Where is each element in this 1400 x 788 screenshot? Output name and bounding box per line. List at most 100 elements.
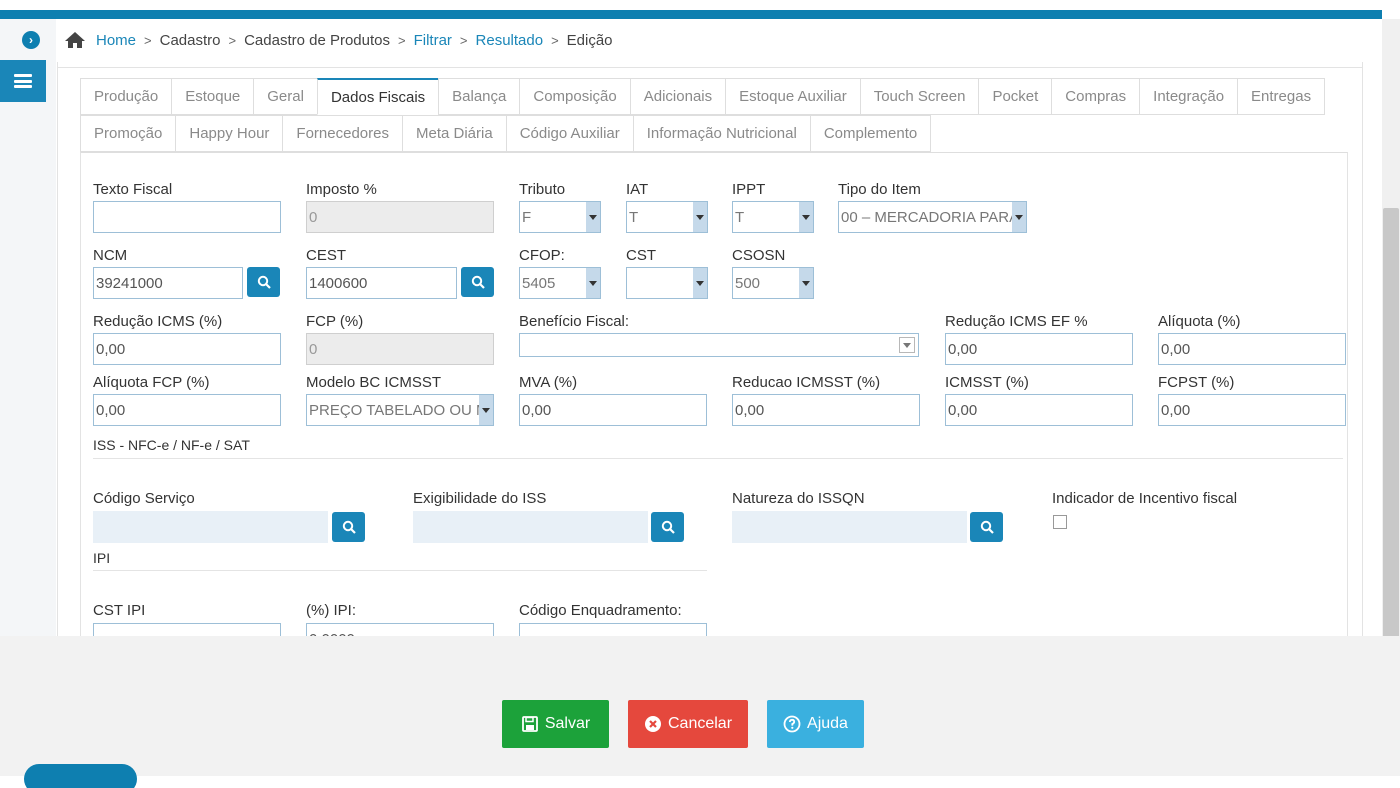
reducao-icms-input[interactable]: 0,00 bbox=[93, 333, 281, 365]
home-icon[interactable] bbox=[64, 31, 86, 49]
tab-informacao-nutricional[interactable]: Informação Nutricional bbox=[632, 115, 810, 152]
beneficio-fiscal-select[interactable] bbox=[519, 333, 919, 357]
save-icon bbox=[521, 716, 538, 732]
chevron-down-icon bbox=[586, 268, 600, 298]
tabs-row-2: Promoção Happy Hour Fornecedores Meta Di… bbox=[80, 115, 932, 152]
cest-label: CEST bbox=[306, 247, 347, 264]
top-whitespace bbox=[0, 0, 1400, 10]
chevron-down-icon bbox=[586, 202, 600, 232]
breadcrumb-separator: > bbox=[144, 32, 152, 48]
aliquota-input[interactable]: 0,00 bbox=[1158, 333, 1346, 365]
breadcrumb-separator: > bbox=[551, 32, 559, 48]
beneficio-fiscal-label: Benefício Fiscal: bbox=[519, 313, 630, 330]
dados-fiscais-panel: Texto Fiscal Imposto % 0 Tributo F IAT T… bbox=[80, 152, 1348, 655]
sidebar-expand-icon[interactable]: › bbox=[22, 31, 40, 49]
codigo-servico-label: Código Serviço bbox=[93, 490, 195, 507]
ipi-section-title: IPI bbox=[93, 550, 111, 566]
reducao-icms-ef-input[interactable]: 0,00 bbox=[945, 333, 1133, 365]
tributo-label: Tributo bbox=[519, 181, 566, 198]
breadcrumb-separator: > bbox=[459, 32, 468, 48]
reducao-icms-ef-label: Redução ICMS EF % bbox=[945, 313, 1088, 330]
tab-geral[interactable]: Geral bbox=[253, 78, 317, 115]
modelo-bc-value: PREÇO TABELADO OU M bbox=[309, 401, 489, 419]
search-icon bbox=[257, 275, 271, 289]
texto-fiscal-input[interactable] bbox=[93, 201, 281, 233]
chevron-down-icon bbox=[479, 395, 493, 425]
tab-fornecedores[interactable]: Fornecedores bbox=[282, 115, 402, 152]
codigo-servico-input[interactable] bbox=[93, 511, 328, 543]
breadcrumb-home[interactable]: Home bbox=[96, 32, 136, 49]
scrollbar-thumb[interactable] bbox=[1383, 208, 1399, 658]
imposto-input: 0 bbox=[306, 201, 494, 233]
exigibilidade-search-button[interactable] bbox=[651, 512, 684, 542]
tab-dados-fiscais[interactable]: Dados Fiscais bbox=[316, 78, 439, 115]
aliquota-fcp-input[interactable]: 0,00 bbox=[93, 394, 281, 426]
breadcrumb-separator: > bbox=[398, 32, 406, 48]
ncm-label: NCM bbox=[93, 247, 128, 264]
breadcrumb-resultado[interactable]: Resultado bbox=[476, 32, 544, 49]
csosn-value: 500 bbox=[735, 274, 761, 292]
tab-estoque-auxiliar[interactable]: Estoque Auxiliar bbox=[725, 78, 860, 115]
tipo-item-select[interactable]: 00 – MERCADORIA PARA bbox=[838, 201, 1027, 233]
cfop-select[interactable]: 5405 bbox=[519, 267, 601, 299]
ncm-search-button[interactable] bbox=[247, 267, 280, 297]
chat-bubble[interactable] bbox=[24, 764, 137, 788]
reducao-icmsst-input[interactable]: 0,00 bbox=[732, 394, 920, 426]
icmsst-input[interactable]: 0,00 bbox=[945, 394, 1133, 426]
mva-input[interactable]: 0,00 bbox=[519, 394, 707, 426]
tributo-select[interactable]: F bbox=[519, 201, 601, 233]
tab-estoque[interactable]: Estoque bbox=[171, 78, 254, 115]
menu-button[interactable] bbox=[0, 60, 46, 102]
tab-touch-screen[interactable]: Touch Screen bbox=[859, 78, 979, 115]
tab-entregas[interactable]: Entregas bbox=[1237, 78, 1326, 115]
codigo-enquadramento-label: Código Enquadramento: bbox=[519, 602, 682, 619]
fcpst-input[interactable]: 0,00 bbox=[1158, 394, 1346, 426]
natureza-input[interactable] bbox=[732, 511, 967, 543]
ippt-select[interactable]: T bbox=[732, 201, 814, 233]
breadcrumb-cadastro: Cadastro bbox=[159, 31, 221, 49]
tab-codigo-auxiliar[interactable]: Código Auxiliar bbox=[505, 115, 633, 152]
hamburger-icon bbox=[14, 74, 32, 88]
cancel-button[interactable]: Cancelar bbox=[628, 700, 748, 748]
tab-balanca[interactable]: Balança bbox=[438, 78, 520, 115]
cest-input[interactable]: 1400600 bbox=[306, 267, 457, 299]
tab-meta-diaria[interactable]: Meta Diária bbox=[401, 115, 506, 152]
incentivo-label: Indicador de Incentivo fiscal bbox=[1052, 490, 1238, 507]
codigo-servico-search-button[interactable] bbox=[332, 512, 365, 542]
tab-promocao[interactable]: Promoção bbox=[80, 115, 176, 152]
tabs-row-1: Produção Estoque Geral Dados Fiscais Bal… bbox=[80, 78, 1326, 115]
tab-integracao[interactable]: Integração bbox=[1139, 78, 1238, 115]
tab-compras[interactable]: Compras bbox=[1051, 78, 1140, 115]
cest-search-button[interactable] bbox=[461, 267, 494, 297]
save-button[interactable]: Salvar bbox=[502, 700, 609, 748]
tab-complemento[interactable]: Complemento bbox=[809, 115, 932, 152]
cst-select[interactable] bbox=[626, 267, 708, 299]
cst-label: CST bbox=[626, 247, 656, 264]
close-circle-icon bbox=[644, 716, 661, 732]
tab-happy-hour[interactable]: Happy Hour bbox=[175, 115, 283, 152]
csosn-label: CSOSN bbox=[732, 247, 786, 264]
breadcrumb-filtrar[interactable]: Filtrar bbox=[414, 32, 452, 49]
chevron-down-icon bbox=[799, 202, 813, 232]
ncm-input[interactable]: 39241000 bbox=[93, 267, 243, 299]
aliquota-label: Alíquota (%) bbox=[1158, 313, 1241, 330]
cancel-button-label: Cancelar bbox=[667, 715, 733, 732]
csosn-select[interactable]: 500 bbox=[732, 267, 814, 299]
natureza-search-button[interactable] bbox=[970, 512, 1003, 542]
modelo-bc-select[interactable]: PREÇO TABELADO OU M bbox=[306, 394, 494, 426]
tab-adicionais[interactable]: Adicionais bbox=[629, 78, 726, 115]
modelo-bc-label: Modelo BC ICMSST bbox=[306, 374, 442, 391]
ippt-value: T bbox=[735, 208, 745, 226]
iat-select[interactable]: T bbox=[626, 201, 708, 233]
iat-label: IAT bbox=[626, 181, 649, 198]
breadcrumb: Home > Cadastro > Cadastro de Produtos >… bbox=[64, 28, 613, 52]
incentivo-checkbox[interactable] bbox=[1053, 515, 1067, 529]
tab-producao[interactable]: Produção bbox=[80, 78, 172, 115]
chevron-down-icon bbox=[799, 268, 813, 298]
help-button[interactable]: Ajuda bbox=[767, 700, 864, 748]
content-top-border bbox=[58, 62, 1362, 68]
tab-composicao[interactable]: Composição bbox=[519, 78, 630, 115]
exigibilidade-input[interactable] bbox=[413, 511, 648, 543]
breadcrumb-cadastro-produtos: Cadastro de Produtos bbox=[244, 31, 390, 49]
tab-pocket[interactable]: Pocket bbox=[978, 78, 1052, 115]
